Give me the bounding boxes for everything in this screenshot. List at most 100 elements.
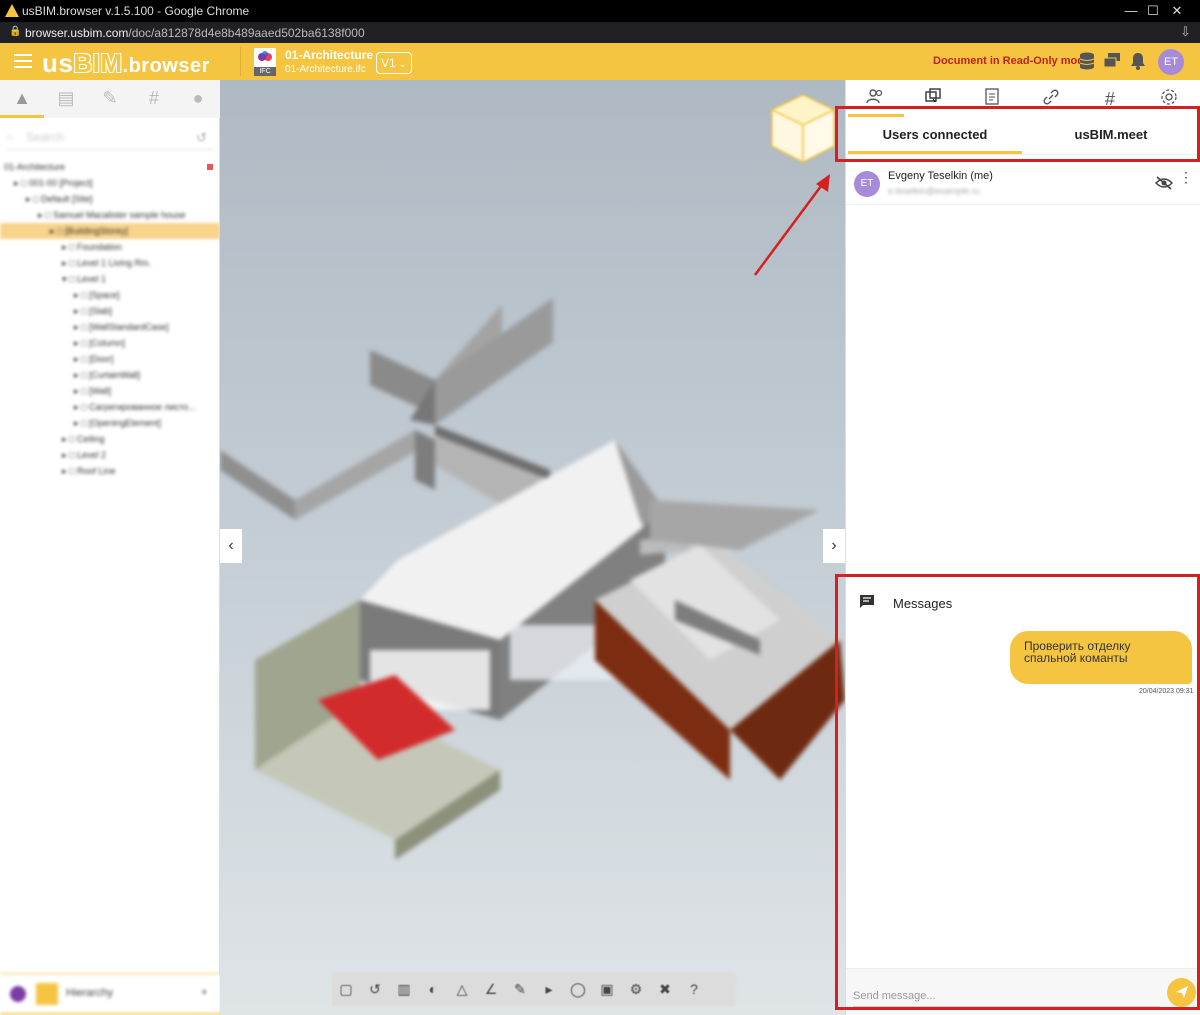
annotation-box-messages [835, 574, 1200, 1010]
tree-item-label: Сагрегированное листо... [88, 402, 196, 412]
tree-item[interactable]: ▸ □ [Column] [0, 335, 220, 351]
settings-icon[interactable]: ⚙ [626, 979, 646, 999]
tree-item[interactable]: ▸ □ Ceiling [0, 431, 220, 447]
hide-icon[interactable]: ◯ [568, 979, 588, 999]
version-select[interactable]: V1 ⌄ [376, 52, 412, 74]
tree-item-label: 001-00 [Project] [28, 178, 93, 188]
measure-icon[interactable]: ∠ [481, 979, 501, 999]
user-avatar[interactable]: ET [1158, 49, 1184, 75]
tree-item[interactable]: 01-Architecture [0, 159, 220, 175]
search-icon: ○ [6, 130, 14, 144]
tree-item[interactable]: ▸ □ [OpeningElement] [0, 415, 220, 431]
ifc-file-icon: IFC [254, 48, 276, 76]
user-email: e.teselkin@example.ru [888, 186, 980, 196]
tree-item[interactable]: ▸ □ Default [Site] [0, 191, 220, 207]
document-icon: ▤ [57, 88, 75, 108]
fullscreen-icon[interactable]: ✖ [655, 979, 675, 999]
hash-icon: # [148, 88, 159, 108]
tree-item-label: [Space] [88, 290, 120, 300]
bell-icon[interactable] [1128, 52, 1148, 72]
user-list-item[interactable]: ET Evgeny Teselkin (me) e.teselkin@examp… [846, 167, 1200, 205]
chevron-left-icon: ‹ [228, 537, 234, 554]
screenshot-icon[interactable]: ▣ [597, 979, 617, 999]
orbit-icon[interactable]: ↺ [365, 979, 385, 999]
tree-item[interactable]: ▸ □ [Door] [0, 351, 220, 367]
more-options-icon[interactable]: ⋮ [1179, 170, 1193, 184]
tree-item[interactable]: ▸ □ Roof Line [0, 463, 220, 479]
tree-item[interactable]: ▸ □ [Wall] [0, 383, 220, 399]
tree-item-label: Samuel Macalister sample house [52, 210, 186, 220]
section-icon[interactable]: ◐ [423, 979, 443, 999]
usbim-logo: usBIM.browser [42, 48, 210, 78]
tab-model-tree[interactable]: ▲ [0, 80, 44, 118]
tree-item[interactable]: ▸ □ Foundation [0, 239, 220, 255]
tree-item-label: [Wall] [88, 386, 112, 396]
tree-item[interactable]: ▸ □ Сагрегированное листо... [0, 399, 220, 415]
tree-item-label: Level 2 [76, 450, 106, 460]
tree-alert-marker [207, 164, 213, 170]
url-path: /doc/a812878d4e8b489aaed502ba6138f000 [128, 26, 365, 40]
url-text[interactable]: browser.usbim.com/doc/a812878d4e8b489aae… [25, 26, 365, 40]
viewer-toolbar: ▢ ↺ ▥ ◐ △ ∠ ✎ ▸ ◯ ▣ ⚙ ✖ ? [332, 972, 736, 1006]
tree-item-label: Level 1 Living Rm. [76, 258, 152, 268]
eye-off-icon[interactable] [1154, 176, 1174, 195]
pan-icon[interactable]: ▥ [394, 979, 414, 999]
hamburger-menu-icon[interactable] [14, 54, 32, 68]
layers-icon: ▲ [13, 88, 31, 108]
tree-item-label: [WallStandardCase] [88, 322, 169, 332]
shapes-icon[interactable]: △ [452, 979, 472, 999]
tab-documents[interactable]: ▤ [44, 80, 88, 118]
tree-item-label: [BuildingStorey] [64, 226, 129, 236]
tree-item-label: Foundation [76, 242, 123, 252]
tree-item-label: [CurtainWall] [88, 370, 141, 380]
annotation-arrow [753, 174, 830, 276]
install-app-icon[interactable]: ⇩ [1180, 24, 1191, 40]
version-value: V1 [381, 56, 396, 70]
tab-properties[interactable]: # [132, 80, 176, 118]
url-domain: browser.usbim.com [25, 26, 129, 40]
window-title: usBIM.browser v.1.5.100 - Google Chrome [22, 4, 250, 18]
collapse-left-panel-button[interactable]: ‹ [220, 529, 242, 563]
user-name: Evgeny Teselkin (me) [888, 170, 993, 182]
tree-item-selected[interactable]: ▸ □ [BuildingStorey] [0, 223, 220, 239]
view-cube[interactable] [768, 90, 838, 170]
address-bar[interactable]: 🔒 browser.usbim.com/doc/a812878d4e8b489a… [0, 22, 1200, 43]
tab-globe[interactable]: ● [176, 80, 220, 118]
tree-item[interactable]: ▸ □ [CurtainWall] [0, 367, 220, 383]
brush-icon[interactable]: ✎ [510, 979, 530, 999]
model-icon [10, 986, 26, 1002]
left-panel: ▲ ▤ ✎ # ● ○ Search ↺ 01-Architecture ▸ □… [0, 80, 220, 1015]
view-mode-selector[interactable]: Hierarchy ▾ [0, 973, 220, 1015]
tree-item[interactable]: ▸ □ [Slab] [0, 303, 220, 319]
app-header: usBIM.browser IFC 01-Architecture 01-Arc… [0, 43, 1200, 80]
tree-item[interactable]: ▸ □ Level 1 Living Rm. [0, 255, 220, 271]
filter-icon[interactable]: ↺ [196, 130, 207, 146]
tree-item[interactable]: ▸ □ [Space] [0, 287, 220, 303]
tree-item-label: 01-Architecture [4, 162, 66, 172]
tree-item-label: Default [Site] [40, 194, 93, 204]
tree-item[interactable]: ▸ □ [WallStandardCase] [0, 319, 220, 335]
annotation-box-tabs [835, 106, 1200, 162]
collapse-right-panel-button[interactable]: › [823, 529, 845, 563]
database-icon[interactable] [1077, 52, 1097, 72]
close-window-button[interactable]: ✕ [1154, 0, 1200, 22]
help-icon[interactable]: ? [684, 979, 704, 999]
lock-icon: 🔒 [9, 26, 22, 37]
header-divider [240, 47, 241, 76]
tree-item[interactable]: ▸ □ Level 2 [0, 447, 220, 463]
chevron-down-icon: ⌄ [399, 59, 407, 69]
user-avatar: ET [854, 171, 880, 197]
tree-item-label: [OpeningElement] [88, 418, 162, 428]
tree-item[interactable]: ▸ □ Samuel Macalister sample house [0, 207, 220, 223]
tree-search-input[interactable]: ○ Search [6, 126, 214, 150]
tree-search-placeholder: Search [26, 130, 65, 144]
tree-item[interactable]: ▸ □ 001-00 [Project] [0, 175, 220, 191]
document-filename: 01-Architecture.ifc [285, 64, 366, 75]
tree-item-label: Level 1 [76, 274, 106, 284]
tab-links[interactable]: ✎ [88, 80, 132, 118]
home-view-icon[interactable]: ▢ [336, 979, 356, 999]
explode-icon[interactable]: ▸ [539, 979, 559, 999]
tree-item-label: Ceiling [76, 434, 105, 444]
windows-icon[interactable] [1102, 52, 1122, 72]
tree-item[interactable]: ▾ □ Level 1 [0, 271, 220, 287]
